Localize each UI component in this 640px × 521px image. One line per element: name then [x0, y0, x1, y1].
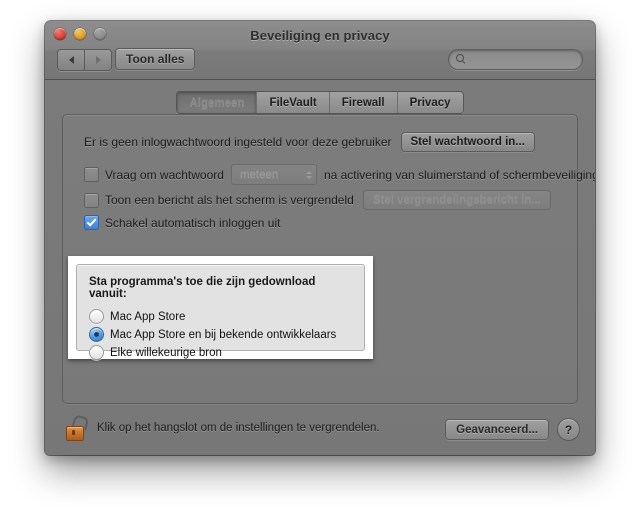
radio-button[interactable]: [89, 345, 104, 360]
back-button[interactable]: [58, 50, 84, 70]
radio-label: Elke willekeurige bron: [110, 346, 222, 359]
help-button[interactable]: ?: [557, 418, 580, 441]
tab-bar: Algemeen FileVault Firewall Privacy: [45, 91, 595, 114]
lock-hint-text: Klik op het hangslot om de instellingen …: [97, 422, 380, 434]
login-password-row: Er is geen inlogwachtwoord ingesteld voo…: [84, 132, 535, 152]
password-delay-value: meteen: [239, 168, 279, 181]
show-lock-message-checkbox[interactable]: [84, 192, 99, 208]
radio-button[interactable]: [89, 327, 104, 342]
left-arrow-icon: [68, 56, 74, 64]
search-input[interactable]: [456, 53, 595, 66]
window-titlebar: Beveiliging en privacy Toon alles: [45, 21, 595, 80]
toolbar: Toon alles: [45, 47, 595, 77]
require-password-checkbox[interactable]: [84, 167, 99, 182]
set-password-button[interactable]: Stel wachtwoord in...: [400, 132, 535, 152]
general-settings-panel: Er is geen inlogwachtwoord ingesteld voo…: [62, 114, 595, 404]
radio-label: Mac App Store en bij bekende ontwikkelaa…: [110, 328, 337, 341]
search-field[interactable]: [448, 49, 595, 70]
forward-button[interactable]: [84, 50, 111, 70]
require-password-row: Vraag om wachtwoord meteen na activering…: [84, 164, 595, 185]
disable-auto-login-row: Schakel automatisch inloggen uit: [84, 215, 280, 230]
security-privacy-window: Beveiliging en privacy Toon alles Algeme…: [45, 21, 595, 455]
advanced-button[interactable]: Geavanceerd...: [445, 419, 549, 440]
tab-firewall[interactable]: Firewall: [328, 92, 397, 113]
chevron-updown-icon: [305, 170, 312, 179]
login-password-notice: Er is geen inlogwachtwoord ingesteld voo…: [84, 135, 392, 149]
show-lock-message-row: Toon een bericht als het scherm is vergr…: [84, 190, 551, 210]
show-all-button[interactable]: Toon alles: [115, 48, 196, 70]
window-footer: Klik op het hangslot om de instellingen …: [45, 406, 595, 455]
disable-auto-login-checkbox[interactable]: [84, 215, 99, 230]
require-password-suffix: na activering van sluimerstand of scherm…: [323, 167, 595, 182]
right-arrow-icon: [95, 56, 101, 64]
tab-algemeen[interactable]: Algemeen: [177, 92, 257, 113]
radio-option-mac-app-store-and-identified-developers[interactable]: Mac App Store en bij bekende ontwikkelaa…: [89, 327, 352, 342]
download-sources-title: Sta programma's toe die zijn gedownload …: [89, 276, 316, 300]
navigation-segmented-control[interactable]: [57, 49, 112, 71]
unlocked-padlock-icon[interactable]: [66, 414, 90, 441]
disable-auto-login-label: Schakel automatisch inloggen uit: [105, 215, 281, 230]
set-lock-message-button[interactable]: Stel vergrendelingsbericht in...: [362, 190, 551, 210]
radio-option-anywhere[interactable]: Elke willekeurige bron: [89, 345, 352, 360]
radio-option-mac-app-store[interactable]: Mac App Store: [89, 309, 352, 324]
radio-button[interactable]: [89, 309, 104, 324]
show-lock-message-label: Toon een bericht als het scherm is vergr…: [105, 193, 354, 207]
require-password-label: Vraag om wachtwoord: [105, 167, 224, 182]
tab-privacy[interactable]: Privacy: [396, 92, 463, 113]
radio-label: Mac App Store: [110, 310, 186, 323]
tab-filevault[interactable]: FileVault: [256, 92, 329, 113]
window-body: Algemeen FileVault Firewall Privacy Er i…: [45, 80, 595, 455]
password-delay-popup[interactable]: meteen: [230, 164, 317, 185]
download-sources-groupbox: Sta programma's toe die zijn gedownload …: [76, 264, 365, 360]
window-title: Beveiliging en privacy: [250, 28, 390, 43]
download-sources-highlight: Sta programma's toe die zijn gedownload …: [68, 256, 373, 360]
